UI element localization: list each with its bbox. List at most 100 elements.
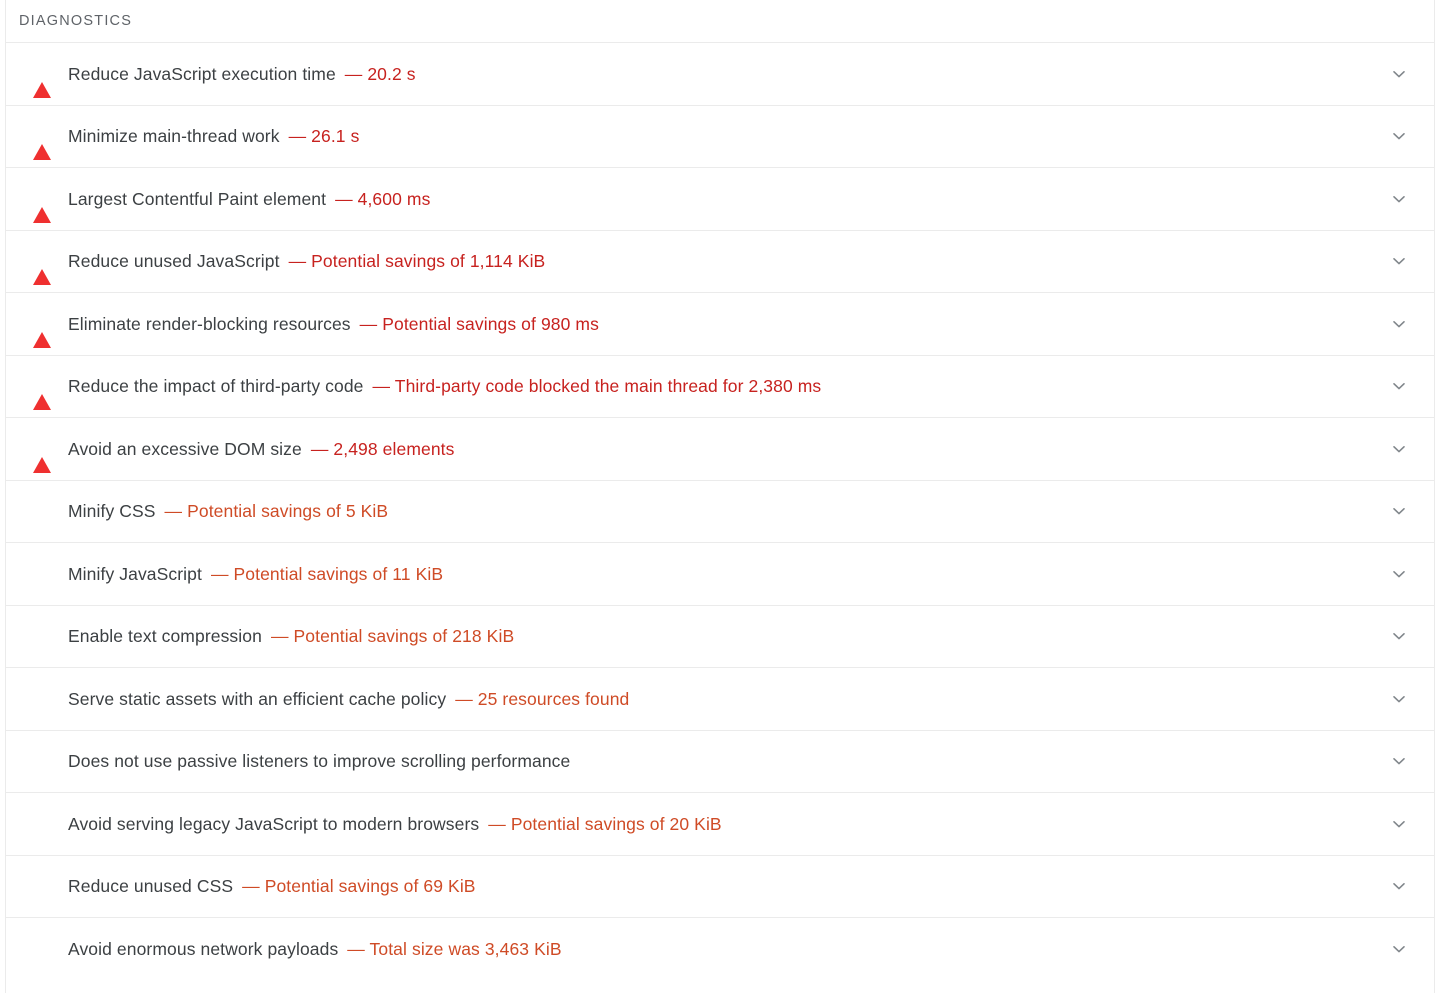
chevron-down-icon[interactable]: [1387, 499, 1411, 523]
audit-value: — 4,600 ms: [335, 188, 431, 209]
audit-row[interactable]: Does not use passive listeners to improv…: [6, 729, 1434, 792]
audit-title: Minify CSS: [68, 501, 156, 522]
audit-row[interactable]: Reduce unused JavaScript — Potential savi…: [6, 229, 1434, 292]
chevron-down-icon[interactable]: [1387, 562, 1411, 586]
chevron-down-icon[interactable]: [1387, 937, 1411, 961]
average-square-icon: [33, 565, 51, 583]
triangle-shape: [33, 64, 51, 98]
audit-text: Reduce unused CSS — Potential savings of …: [68, 875, 476, 897]
chevron-down-icon[interactable]: [1387, 874, 1411, 898]
audit-value: — Potential savings of 1,114 KiB: [288, 251, 546, 272]
audit-title: Avoid serving legacy JavaScript to moder…: [68, 813, 480, 834]
chevron-down-icon[interactable]: [1387, 374, 1411, 398]
audit-row[interactable]: Reduce unused CSS — Potential savings of …: [6, 854, 1434, 917]
chevron-down-icon[interactable]: [1387, 624, 1411, 648]
chevron-down-icon[interactable]: [1387, 124, 1411, 148]
audit-value: — 25 resources found: [455, 688, 630, 709]
chevron-down-icon[interactable]: [1387, 187, 1411, 211]
audit-row[interactable]: Serve static assets with an efficient ca…: [6, 667, 1434, 730]
audit-row[interactable]: Largest Contentful Paint element — 4,600 …: [6, 167, 1434, 230]
fail-triangle-icon: [33, 64, 51, 98]
fail-triangle-icon: [33, 127, 51, 161]
audit-title: Reduce JavaScript execution time: [68, 63, 336, 84]
audit-text: Largest Contentful Paint element — 4,600 …: [68, 188, 430, 210]
audit-title: Minify JavaScript: [68, 563, 202, 584]
audit-text: Does not use passive listeners to improv…: [68, 750, 570, 772]
audit-row[interactable]: Minify CSS — Potential savings of 5 KiB: [6, 479, 1434, 542]
average-square-icon: [33, 940, 51, 958]
audit-value: — 26.1 s: [288, 126, 360, 147]
chevron-down-icon[interactable]: [1387, 249, 1411, 273]
triangle-shape: [33, 314, 51, 348]
audit-value: — Total size was 3,463 KiB: [347, 938, 562, 959]
audit-title: Eliminate render-blocking resources: [68, 313, 351, 334]
average-square-icon: [33, 690, 51, 708]
fail-triangle-icon: [33, 377, 51, 411]
audit-list: Reduce JavaScript execution time — 20.2 s…: [6, 42, 1434, 980]
audit-title: Enable text compression: [68, 626, 262, 647]
audit-title: Does not use passive listeners to improv…: [68, 751, 571, 772]
audit-value: — Potential savings of 69 KiB: [242, 876, 476, 897]
audit-row[interactable]: Reduce JavaScript execution time — 20.2 s: [6, 42, 1434, 105]
audit-title: Serve static assets with an efficient ca…: [68, 688, 447, 709]
audit-row[interactable]: Reduce the impact of third-party code — T…: [6, 354, 1434, 417]
audit-text: Minify CSS — Potential savings of 5 KiB: [68, 500, 388, 522]
audit-text: Reduce unused JavaScript — Potential savi…: [68, 250, 545, 272]
audit-value: — Potential savings of 980 ms: [359, 313, 599, 334]
audit-text: Avoid enormous network payloads — Total s…: [68, 938, 562, 960]
audit-title: Avoid enormous network payloads: [68, 938, 339, 959]
triangle-shape: [33, 252, 51, 286]
audit-title: Largest Contentful Paint element: [68, 188, 327, 209]
audit-row[interactable]: Minify JavaScript — Potential savings of …: [6, 542, 1434, 605]
chevron-down-icon[interactable]: [1387, 437, 1411, 461]
audit-text: Minimize main-thread work — 26.1 s: [68, 125, 359, 147]
audit-value: — Potential savings of 5 KiB: [164, 501, 389, 522]
audit-text: Reduce the impact of third-party code — T…: [68, 375, 821, 397]
fail-triangle-icon: [33, 252, 51, 286]
diagnostics-panel: DIAGNOSTICS Reduce JavaScript execution …: [5, 0, 1435, 993]
average-square-icon: [33, 815, 51, 833]
audit-row[interactable]: Eliminate render-blocking resources — Pot…: [6, 292, 1434, 355]
average-square-icon: [33, 752, 51, 770]
diagnostics-header: DIAGNOSTICS: [6, 0, 1434, 42]
average-square-icon: [33, 502, 51, 520]
audit-text: Avoid serving legacy JavaScript to moder…: [68, 813, 722, 835]
audit-value: — Potential savings of 20 KiB: [488, 813, 722, 834]
chevron-down-icon[interactable]: [1387, 62, 1411, 86]
audit-row[interactable]: Avoid an excessive DOM size — 2,498 eleme…: [6, 417, 1434, 480]
audit-title: Reduce the impact of third-party code: [68, 376, 364, 397]
audit-value: — Third-party code blocked the main thre…: [372, 376, 822, 397]
audit-row[interactable]: Avoid enormous network payloads — Total s…: [6, 917, 1434, 980]
triangle-shape: [33, 439, 51, 473]
audit-row[interactable]: Minimize main-thread work — 26.1 s: [6, 104, 1434, 167]
audit-text: Enable text compression — Potential savin…: [68, 625, 514, 647]
chevron-down-icon[interactable]: [1387, 687, 1411, 711]
triangle-shape: [33, 377, 51, 411]
audit-title: Minimize main-thread work: [68, 126, 280, 147]
audit-row[interactable]: Avoid serving legacy JavaScript to moder…: [6, 792, 1434, 855]
audit-text: Serve static assets with an efficient ca…: [68, 688, 629, 710]
fail-triangle-icon: [33, 189, 51, 223]
page-title: DIAGNOSTICS: [19, 12, 133, 29]
fail-triangle-icon: [33, 314, 51, 348]
fail-triangle-icon: [33, 439, 51, 473]
audit-value: — 2,498 elements: [310, 438, 455, 459]
average-square-icon: [33, 877, 51, 895]
triangle-shape: [33, 189, 51, 223]
audit-text: Minify JavaScript — Potential savings of …: [68, 563, 443, 585]
audit-title: Reduce unused CSS: [68, 876, 234, 897]
audit-value: — 20.2 s: [344, 63, 416, 84]
chevron-down-icon[interactable]: [1387, 749, 1411, 773]
audit-text: Reduce JavaScript execution time — 20.2 s: [68, 63, 416, 85]
audit-text: Avoid an excessive DOM size — 2,498 eleme…: [68, 438, 454, 460]
chevron-down-icon[interactable]: [1387, 812, 1411, 836]
audit-row[interactable]: Enable text compression — Potential savin…: [6, 604, 1434, 667]
audit-value: — Potential savings of 218 KiB: [270, 626, 515, 647]
average-square-icon: [33, 627, 51, 645]
audit-text: Eliminate render-blocking resources — Pot…: [68, 313, 599, 335]
audit-value: — Potential savings of 11 KiB: [210, 563, 444, 584]
chevron-down-icon[interactable]: [1387, 312, 1411, 336]
audit-title: Reduce unused JavaScript: [68, 251, 280, 272]
triangle-shape: [33, 127, 51, 161]
audit-title: Avoid an excessive DOM size: [68, 438, 302, 459]
